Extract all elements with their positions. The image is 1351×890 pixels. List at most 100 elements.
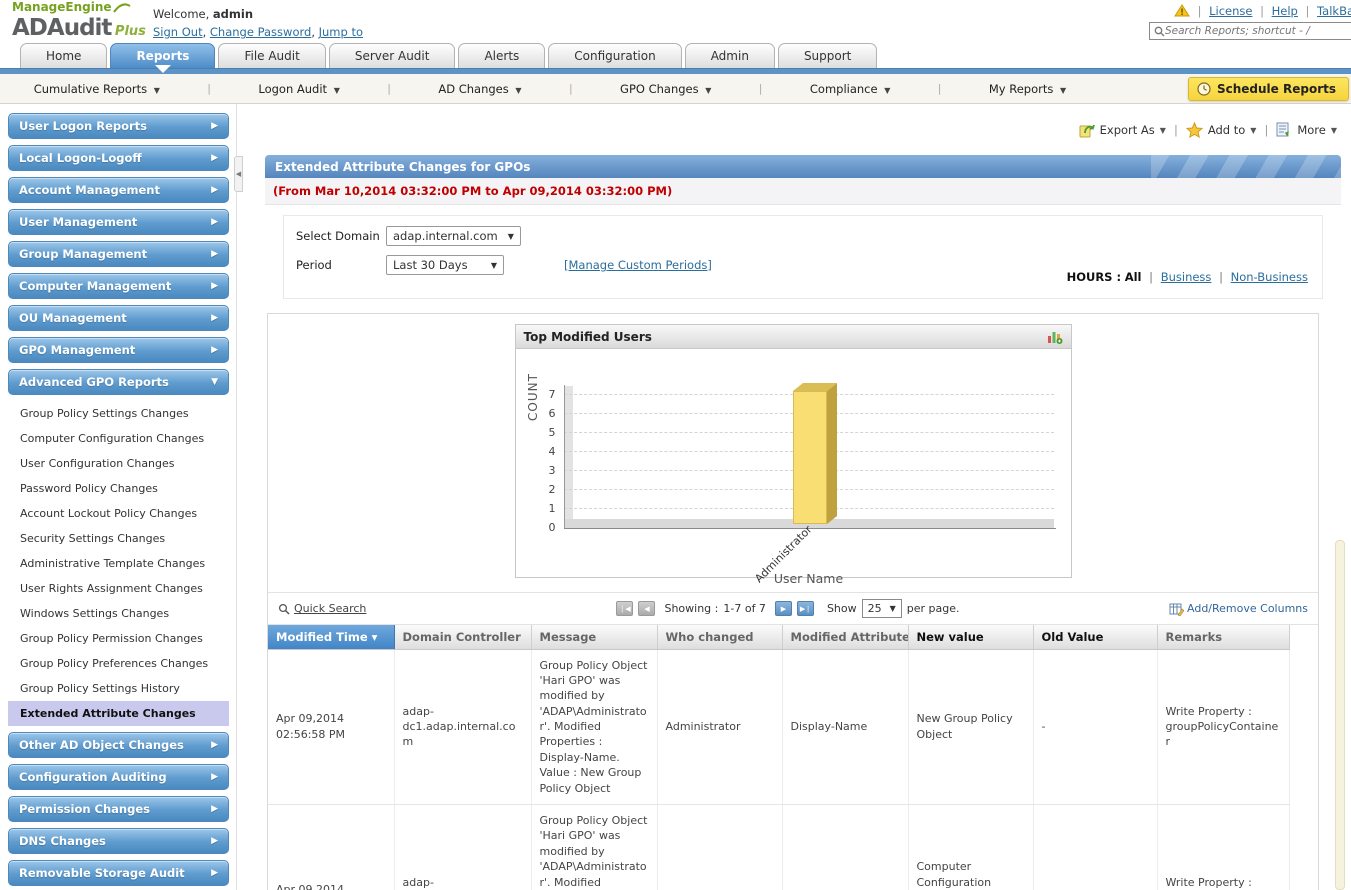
sidebar-group-account-management[interactable]: Account Management ▶ [8, 177, 229, 203]
tab-home[interactable]: Home [20, 43, 108, 68]
sidebar-item-security-settings-changes[interactable]: Security Settings Changes [8, 526, 229, 551]
sidebar-item-password-policy-changes[interactable]: Password Policy Changes [8, 476, 229, 501]
subnav-cumulative-reports[interactable]: Cumulative Reports ▼ [34, 82, 160, 96]
chart-card: Top Modified Users COUNT 01234567 Admini… [514, 324, 1072, 586]
sidebar-group-advanced-gpo-reports[interactable]: Advanced GPO Reports ▼ [8, 369, 229, 395]
quick-search-label: Quick Search [294, 602, 367, 615]
column-header-domain-controller[interactable]: Domain Controller [394, 625, 532, 650]
chart-type-icon[interactable] [1047, 329, 1063, 344]
subnav-caret-icon: ▼ [153, 85, 160, 95]
more-caret-icon: ▼ [1330, 125, 1337, 135]
report-title: Extended Attribute Changes for GPOs [275, 159, 531, 174]
period-select[interactable]: Last 30 Days ▼ [386, 255, 504, 275]
chevron-right-icon: ▶ [211, 740, 218, 750]
sidebar-item-group-policy-settings-changes[interactable]: Group Policy Settings Changes [8, 401, 229, 426]
hours-nonbusiness-option[interactable]: Non-Business [1231, 270, 1308, 284]
sidebar-item-user-rights-assignment-changes[interactable]: User Rights Assignment Changes [8, 576, 229, 601]
next-page-button[interactable]: ▶ [774, 601, 792, 616]
table-cell: Flags [782, 804, 909, 890]
column-header-modified-time[interactable]: Modified Time ▾ [268, 625, 395, 650]
last-page-button[interactable]: ▶❘ [796, 601, 814, 616]
column-header-message[interactable]: Message [531, 625, 658, 650]
sidebar-group-label: User Management [19, 215, 138, 229]
sidebar-item-extended-attribute-changes[interactable]: Extended Attribute Changes [8, 701, 229, 726]
page-size-select[interactable]: 25 ▼ [861, 599, 902, 618]
sidebar-group-removable-storage-audit[interactable]: Removable Storage Audit ▶ [8, 860, 229, 886]
sidebar-item-user-configuration-changes[interactable]: User Configuration Changes [8, 451, 229, 476]
jump-to-link[interactable]: Jump to [319, 25, 363, 39]
sidebar-group-label: Other AD Object Changes [19, 738, 184, 752]
warning-icon[interactable]: ! [1173, 4, 1190, 18]
table-row[interactable]: Apr 09,2014 02:56:58 PMadap-dc1.adap.int… [268, 649, 1290, 806]
sidebar-group-other-ad-object-changes[interactable]: Other AD Object Changes ▶ [8, 732, 229, 758]
export-caret-icon: ▼ [1159, 125, 1166, 135]
subnav-compliance[interactable]: Compliance ▼ [810, 82, 891, 96]
sidebar-group-user-management[interactable]: User Management ▶ [8, 209, 229, 235]
manage-custom-periods-link[interactable]: [Manage Custom Periods] [564, 258, 712, 272]
per-page-label: per page. [906, 602, 960, 615]
hours-all-option[interactable]: All [1125, 270, 1142, 284]
tab-alerts[interactable]: Alerts [458, 43, 546, 68]
sign-out-link[interactable]: Sign Out [153, 25, 203, 39]
sidebar-group-ou-management[interactable]: OU Management ▶ [8, 305, 229, 331]
sidebar-group-computer-management[interactable]: Computer Management ▶ [8, 273, 229, 299]
product-suffix: Plus [114, 23, 146, 39]
prev-page-button[interactable]: ◀ [638, 601, 656, 616]
tab-file-audit[interactable]: File Audit [218, 43, 326, 68]
change-password-link[interactable]: Change Password [210, 25, 311, 39]
svg-text:!: ! [1180, 8, 1184, 17]
sidebar-group-local-logon-logoff[interactable]: Local Logon-Logoff ▶ [8, 145, 229, 171]
sidebar-item-group-policy-preferences-changes[interactable]: Group Policy Preferences Changes [8, 651, 229, 676]
sidebar-group-label: Group Management [19, 247, 148, 261]
subnav-caret-icon: ▼ [333, 85, 340, 95]
main-tabbar: Home Reports File Audit Server Audit Alerts C… [0, 42, 1351, 73]
schedule-reports-button[interactable]: Schedule Reports [1187, 77, 1349, 101]
column-header-old-value[interactable]: Old Value [1033, 625, 1158, 650]
subnav-ad-changes[interactable]: AD Changes ▼ [438, 82, 521, 96]
column-header-modified-attributes[interactable]: Modified Attributes [782, 625, 909, 650]
scrollbar-track[interactable] [1335, 540, 1345, 890]
sidebar-group-gpo-management[interactable]: GPO Management ▶ [8, 337, 229, 363]
search-input[interactable] [1165, 25, 1351, 37]
add-to-button[interactable]: Add to ▼ [1185, 121, 1256, 139]
sidebar-group-group-management[interactable]: Group Management ▶ [8, 241, 229, 267]
tab-admin[interactable]: Admin [684, 43, 775, 68]
more-button[interactable]: More ▼ [1276, 122, 1337, 138]
first-page-button[interactable]: ❘◀ [616, 601, 634, 616]
sidebar-group-label: Advanced GPO Reports [19, 375, 169, 389]
sidebar-item-account-lockout-policy-changes[interactable]: Account Lockout Policy Changes [8, 501, 229, 526]
tab-support[interactable]: Support [777, 43, 878, 68]
help-link[interactable]: Help [1272, 4, 1298, 18]
chart-bar-administrator[interactable] [792, 382, 839, 524]
sidebar-item-group-policy-permission-changes[interactable]: Group Policy Permission Changes [8, 626, 229, 651]
license-link[interactable]: License [1209, 4, 1252, 18]
export-as-button[interactable]: Export As ▼ [1079, 122, 1166, 138]
search-box[interactable] [1149, 22, 1351, 40]
hours-business-option[interactable]: Business [1161, 270, 1212, 284]
tab-server-audit[interactable]: Server Audit [328, 43, 456, 68]
sidebar-group-dns-changes[interactable]: DNS Changes ▶ [8, 828, 229, 854]
column-header-who-changed[interactable]: Who changed [657, 625, 783, 650]
chart-plot-area: COUNT 01234567 Administrator User Name [516, 349, 1071, 586]
tab-configuration[interactable]: Configuration [548, 43, 682, 68]
tab-reports[interactable]: Reports [110, 43, 216, 73]
column-header-remarks[interactable]: Remarks [1157, 625, 1290, 650]
domain-select[interactable]: adap.internal.com ▼ [386, 226, 521, 246]
subnav-logon-audit[interactable]: Logon Audit ▼ [258, 82, 340, 96]
talkback-link[interactable]: TalkBack [1317, 4, 1351, 18]
page-size-value: 25 [867, 602, 882, 615]
sidebar-group-user-logon-reports[interactable]: User Logon Reports ▶ [8, 113, 229, 139]
column-header-new-value[interactable]: New value [908, 625, 1034, 650]
sidebar-group-label: Permission Changes [19, 802, 150, 816]
sidebar-group-permission-changes[interactable]: Permission Changes ▶ [8, 796, 229, 822]
add-remove-columns-button[interactable]: Add/Remove Columns [1038, 602, 1308, 616]
subnav-my-reports[interactable]: My Reports ▼ [989, 82, 1066, 96]
subnav-gpo-changes[interactable]: GPO Changes ▼ [620, 82, 711, 96]
quick-search-button[interactable]: Quick Search [278, 602, 538, 615]
sidebar-group-configuration-auditing[interactable]: Configuration Auditing ▶ [8, 764, 229, 790]
table-row[interactable]: Apr 09,2014 02:56:58 PMadap-dc1.adap.int… [268, 804, 1290, 890]
sidebar-item-windows-settings-changes[interactable]: Windows Settings Changes [8, 601, 229, 626]
sidebar-item-administrative-template-changes[interactable]: Administrative Template Changes [8, 551, 229, 576]
sidebar-item-computer-configuration-changes[interactable]: Computer Configuration Changes [8, 426, 229, 451]
sidebar-item-group-policy-settings-history[interactable]: Group Policy Settings History [8, 676, 229, 701]
